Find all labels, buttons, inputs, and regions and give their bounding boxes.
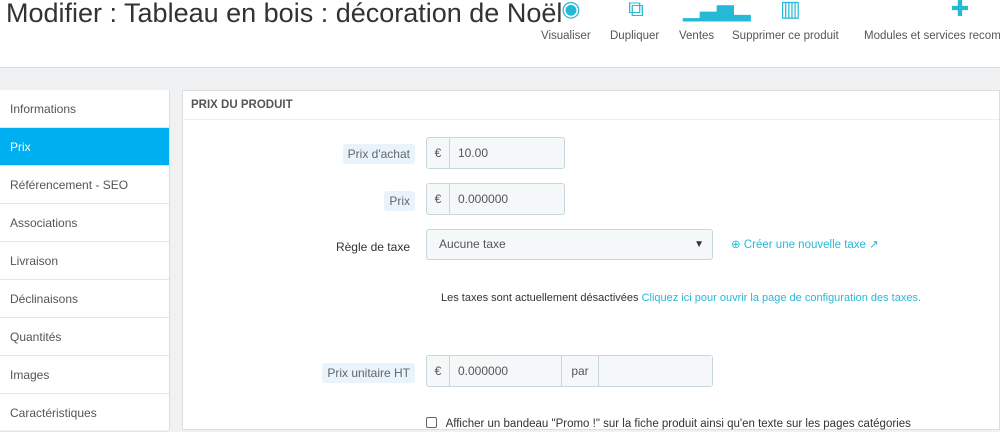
tab-declinaisons[interactable]: Déclinaisons — [0, 280, 169, 318]
tax-notice: Les taxes sont actuellement désactivées … — [441, 292, 921, 304]
sales-button[interactable]: ▁▃▅▂ Ventes — [679, 0, 751, 42]
euro-addon: € — [427, 138, 450, 168]
product-tabs: Informations Prix Référencement - SEO As… — [0, 90, 170, 432]
tax-notice-text: Les taxes sont actuellement désactivées — [441, 292, 639, 304]
tax-config-link[interactable]: Cliquez ici pour ouvrir la page de confi… — [642, 292, 921, 304]
eye-icon: ◉ — [561, 0, 581, 21]
tab-associations[interactable]: Associations — [0, 204, 169, 242]
tab-seo[interactable]: Référencement - SEO — [0, 166, 169, 204]
copy-icon: ⧉ — [628, 0, 644, 21]
per-addon: par — [562, 356, 599, 386]
euro-addon: € — [427, 356, 450, 386]
tab-caracteristiques[interactable]: Caractéristiques — [0, 394, 169, 432]
promo-option: Afficher un bandeau "Promo !" sur la fic… — [426, 417, 911, 430]
plus-circle-icon: ⊕ — [731, 239, 741, 251]
tax-rule-label: Règle de taxe — [335, 240, 410, 254]
euro-addon: € — [427, 184, 450, 214]
unit-price-input[interactable]: 0.000000 — [450, 356, 562, 386]
tab-prix[interactable]: Prix — [0, 128, 169, 166]
puzzle-icon: ✚ — [950, 0, 970, 21]
page-title: Modifier : Tableau en bois : décoration … — [6, 0, 563, 28]
unit-price-group: € 0.000000 par — [426, 355, 713, 387]
visualise-button[interactable]: ◉ Visualiser — [541, 0, 591, 42]
price-panel: PRIX DU PRODUIT Prix d'achat € 10.00 Pri… — [182, 90, 1000, 430]
price-value: 0.000000 — [458, 192, 509, 206]
tax-rule-value: Aucune taxe — [439, 237, 506, 251]
tab-livraison[interactable]: Livraison — [0, 242, 169, 280]
page-header: Modifier : Tableau en bois : décoration … — [0, 0, 1000, 68]
create-tax-link[interactable]: ⊕ Créer une nouvelle taxe ↗ — [731, 237, 879, 251]
trash-icon: ▥ — [780, 0, 801, 21]
tab-informations[interactable]: Informations — [0, 90, 169, 128]
purchase-price-label: Prix d'achat — [342, 144, 415, 164]
price-input[interactable]: € 0.000000 — [426, 183, 565, 215]
tab-images[interactable]: Images — [0, 356, 169, 394]
delete-product-button[interactable]: ▥ Supprimer ce produit — [732, 0, 839, 42]
purchase-price-input[interactable]: € 10.00 — [426, 137, 565, 169]
promo-checkbox-label: Afficher un bandeau "Promo !" sur la fic… — [445, 418, 911, 430]
panel-title: PRIX DU PRODUIT — [183, 91, 999, 120]
duplicate-button[interactable]: ⧉ Dupliquer — [610, 0, 659, 42]
unit-price-label: Prix unitaire HT — [322, 363, 415, 383]
recommended-modules-button[interactable]: ✚Modules et services recommandés — [864, 0, 1000, 42]
price-label: Prix — [384, 191, 415, 211]
purchase-price-value: 10.00 — [458, 146, 489, 160]
chevron-down-icon: ▼ — [694, 239, 704, 250]
unit-input[interactable] — [599, 356, 712, 386]
tax-rule-select[interactable]: Aucune taxe ▼ — [426, 229, 713, 260]
external-link-icon: ↗ — [869, 239, 879, 251]
tab-quantites[interactable]: Quantités — [0, 318, 169, 356]
bar-chart-icon: ▁▃▅▂ — [683, 0, 751, 21]
